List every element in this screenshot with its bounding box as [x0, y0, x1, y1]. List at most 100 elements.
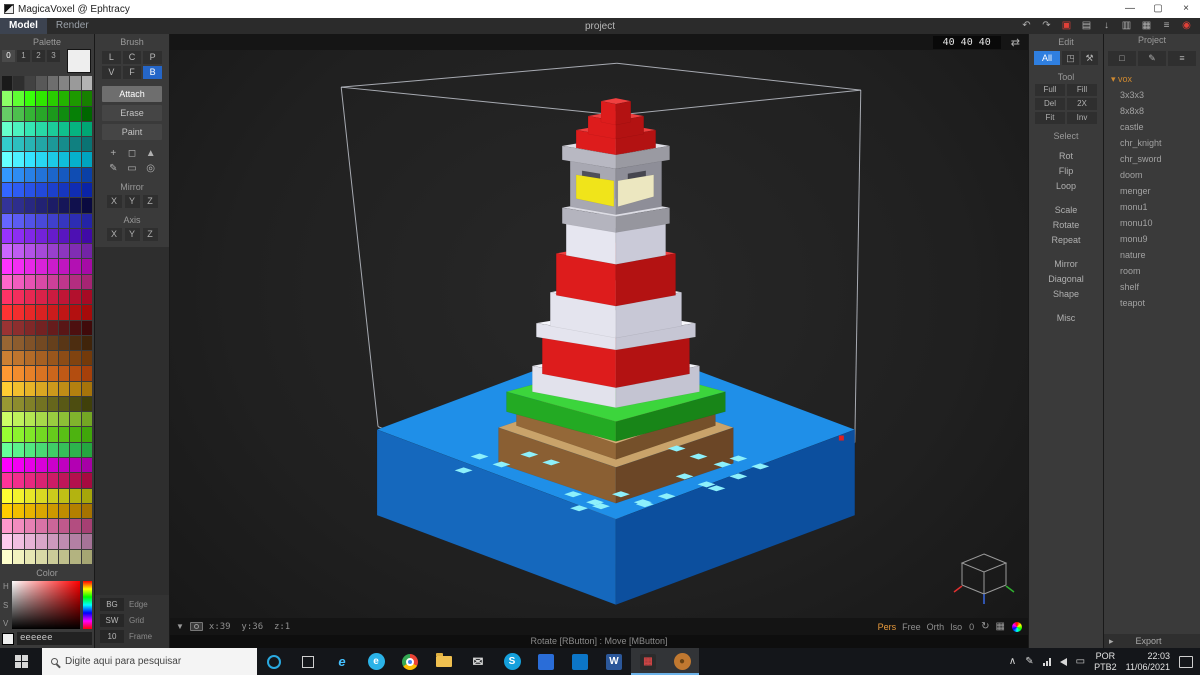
palette-swatch[interactable] [36, 167, 47, 182]
project-item-castle[interactable]: castle [1111, 119, 1196, 135]
palette-swatch[interactable] [2, 351, 13, 366]
palette-swatch[interactable] [47, 427, 58, 442]
palette-swatch[interactable] [47, 320, 58, 335]
palette-swatch[interactable] [81, 534, 92, 549]
palette-swatch[interactable] [70, 381, 81, 396]
palette-swatch[interactable] [58, 396, 70, 412]
orbit-icon[interactable]: ↻ [981, 621, 989, 632]
palette-dot-icon[interactable] [1012, 621, 1022, 632]
display-toggle-edge[interactable]: BG [100, 598, 124, 611]
palette-swatch[interactable] [70, 503, 81, 519]
palette-swatch[interactable] [24, 396, 36, 412]
palette-swatch[interactable] [81, 182, 92, 198]
palette-swatch[interactable] [47, 289, 58, 305]
palette-swatch[interactable] [81, 244, 92, 259]
palette-swatch[interactable] [81, 320, 92, 335]
palette-swatch[interactable] [13, 244, 24, 259]
palette-swatch[interactable] [13, 106, 24, 121]
palette-swatch[interactable] [24, 182, 36, 198]
palette-tab-3[interactable]: 3 [47, 50, 60, 62]
palette-swatch[interactable] [24, 198, 36, 213]
palette-swatch[interactable] [2, 137, 13, 152]
wrench-icon[interactable]: ⚒ [1081, 51, 1098, 65]
palette-swatch[interactable] [24, 320, 36, 335]
palette-swatch[interactable] [81, 366, 92, 381]
palette-swatch[interactable] [70, 137, 81, 152]
palette-swatch[interactable] [47, 503, 58, 519]
viewport-canvas[interactable] [170, 34, 1028, 648]
clock[interactable]: 22:03 11/06/2021 [1126, 651, 1170, 673]
app-vscode-button[interactable] [529, 648, 563, 675]
palette-swatch[interactable] [70, 91, 81, 106]
app-mail-button[interactable]: ✉ [461, 648, 495, 675]
new-model-icon[interactable]: □ [1108, 51, 1136, 66]
mirror-axis-x[interactable]: X [106, 195, 122, 208]
saturation-value-picker[interactable] [11, 581, 80, 629]
project-item-3x3x3[interactable]: 3x3x3 [1111, 87, 1196, 103]
attach-button[interactable]: Attach [102, 86, 162, 102]
palette-swatch[interactable] [47, 274, 58, 289]
close-button[interactable]: × [1172, 0, 1200, 18]
palette-swatch[interactable] [81, 121, 92, 137]
palette-swatch[interactable] [13, 534, 24, 549]
palette-swatch[interactable] [13, 381, 24, 396]
brush-mode-v[interactable]: V [102, 66, 121, 79]
palette-swatch[interactable] [58, 106, 70, 121]
palette-swatch[interactable] [24, 274, 36, 289]
palette-swatch[interactable] [24, 244, 36, 259]
palette-swatch[interactable] [81, 427, 92, 442]
app-word-button[interactable]: W [597, 648, 631, 675]
navigation-cube[interactable] [952, 546, 1016, 610]
maximize-button[interactable]: ▢ [1144, 0, 1172, 18]
palette-swatch[interactable] [58, 137, 70, 152]
select-all-button[interactable]: All [1034, 51, 1060, 65]
language-indicator[interactable]: POR PTB2 [1094, 651, 1117, 673]
palette-swatch[interactable] [70, 244, 81, 259]
palette-swatch[interactable] [36, 427, 47, 442]
palette-swatch[interactable] [2, 427, 13, 442]
palette-swatch[interactable] [2, 366, 13, 381]
palette-swatch[interactable] [13, 228, 24, 244]
frame-counter[interactable]: 0 [969, 622, 974, 632]
pen-icon[interactable]: ✎ [1025, 656, 1033, 667]
palette-swatch[interactable] [47, 76, 58, 91]
mirror-axis-z[interactable]: Z [142, 195, 158, 208]
palette-swatch[interactable] [24, 152, 36, 167]
resize-swap-icon[interactable]: ⇄ [1011, 36, 1020, 49]
palette-swatch[interactable] [2, 213, 13, 228]
palette-swatch[interactable] [24, 519, 36, 534]
tool-del[interactable]: Del [1035, 98, 1065, 110]
open-folder-icon[interactable]: ▤ [1079, 18, 1094, 34]
palette-swatch[interactable] [24, 549, 36, 564]
paint-button[interactable]: Paint [102, 124, 162, 140]
palette-swatch[interactable] [58, 488, 70, 503]
view-mode-free[interactable]: Free [902, 622, 921, 632]
palette-swatch[interactable] [70, 442, 81, 458]
palette-swatch[interactable] [2, 259, 13, 274]
palette-swatch[interactable] [70, 259, 81, 274]
project-item-shelf[interactable]: shelf [1111, 279, 1196, 295]
palette-swatch[interactable] [81, 259, 92, 274]
app-magicavoxel-button[interactable]: ▦ [631, 648, 665, 675]
palette-swatch[interactable] [36, 503, 47, 519]
palette-swatch[interactable] [81, 549, 92, 564]
palette-swatch[interactable] [47, 121, 58, 137]
palette-swatch[interactable] [81, 106, 92, 121]
palette-swatch[interactable] [47, 167, 58, 182]
palette-swatch[interactable] [24, 381, 36, 396]
palette-swatch[interactable] [58, 320, 70, 335]
palette-swatch[interactable] [58, 503, 70, 519]
palette-swatch[interactable] [70, 121, 81, 137]
palette-swatch[interactable] [81, 381, 92, 396]
palette-swatch[interactable] [13, 274, 24, 289]
palette-swatch[interactable] [2, 320, 13, 335]
palette-swatch[interactable] [36, 213, 47, 228]
palette-swatch[interactable] [24, 106, 36, 121]
palette-swatch[interactable] [13, 305, 24, 320]
palette-swatch[interactable] [58, 244, 70, 259]
palette-tab-2[interactable]: 2 [32, 50, 45, 62]
palette-swatch[interactable] [13, 473, 24, 488]
palette-swatch[interactable] [2, 473, 13, 488]
palette-swatch[interactable] [36, 106, 47, 121]
action-center-icon[interactable] [1179, 655, 1193, 668]
